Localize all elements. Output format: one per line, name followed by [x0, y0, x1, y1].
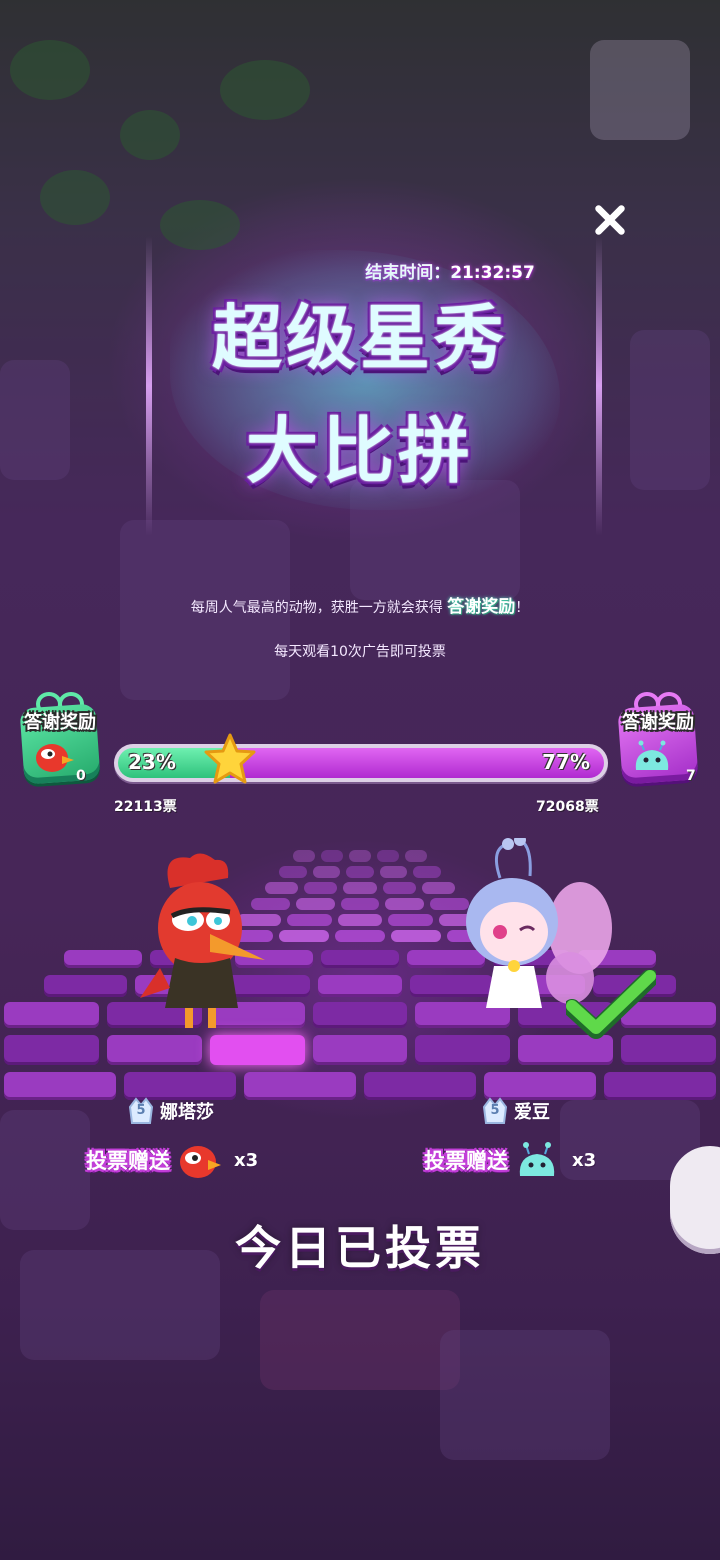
- gift-label: 投票赠送: [86, 1149, 170, 1173]
- runway-tile: [343, 882, 377, 894]
- floor-tile: [44, 975, 128, 997]
- event-title-line1: 超级星秀: [212, 297, 508, 379]
- event-title-line2: 大比拼: [245, 409, 474, 493]
- floor-tile: [4, 1002, 99, 1028]
- close-icon: [595, 205, 625, 235]
- red-bird-icon: [180, 1146, 221, 1178]
- left-contestant: 5 娜塔莎: [128, 1096, 214, 1126]
- gift-multiplier: x3: [572, 1149, 597, 1171]
- vote-progress-bar: 23% 77%: [114, 733, 608, 784]
- runway-tile: [349, 850, 371, 862]
- floor-tile: [364, 1072, 476, 1100]
- floor-tile: [312, 1002, 408, 1028]
- floor-tile: [321, 950, 399, 968]
- check-icon: [566, 970, 656, 1039]
- floor-tile: [318, 975, 402, 997]
- runway-tile: [379, 866, 408, 878]
- runway-tile: [279, 866, 307, 878]
- runway-tile: [304, 882, 338, 894]
- runway-tile: [293, 850, 315, 862]
- floor-tile: [4, 1072, 116, 1100]
- floor-tile: [415, 1035, 511, 1065]
- left-reward-label: 答谢奖励: [24, 712, 96, 733]
- runway-tile: [382, 882, 416, 894]
- ad-vote-hint: 每天观看10次广告即可投票: [274, 644, 446, 660]
- left-reward-count: 0: [76, 768, 86, 784]
- gift-label: 投票赠送: [424, 1149, 508, 1173]
- left-reward-box[interactable]: 答谢奖励 0: [10, 690, 110, 800]
- level-badge: 5: [128, 1097, 154, 1125]
- runway-tile: [335, 930, 385, 942]
- left-vote-gift: 投票赠送 x3: [86, 1138, 258, 1182]
- close-button[interactable]: [586, 196, 634, 244]
- floor-tile: [312, 1035, 408, 1065]
- floor-tile: [209, 1035, 305, 1065]
- event-description: 每周人气最高的动物，获胜一方就会获得 答谢奖励！: [80, 592, 640, 617]
- description-text: 每周人气最高的动物，获胜一方就会获得: [190, 600, 443, 616]
- runway-tile: [312, 866, 341, 878]
- runway-tile: [405, 850, 427, 862]
- runway-tile: [279, 930, 329, 942]
- runway-tile: [385, 898, 425, 910]
- runway-tile: [295, 898, 335, 910]
- level-number: 5: [490, 1103, 500, 1118]
- runway-tile: [321, 850, 343, 862]
- right-reward-box[interactable]: 答谢奖励 7: [608, 690, 708, 800]
- left-contestant-name: 娜塔莎: [160, 1102, 214, 1123]
- description-suffix: ！: [515, 600, 530, 616]
- red-bird-icon: [36, 744, 74, 772]
- gift-multiplier: x3: [234, 1149, 259, 1171]
- floor-tile: [244, 1072, 356, 1100]
- runway-tile: [340, 898, 380, 910]
- floor-tile: [604, 1072, 716, 1100]
- runway-tile: [413, 866, 441, 878]
- natasha-character[interactable]: [130, 848, 270, 1038]
- runway-tile: [337, 914, 383, 926]
- runway-tile: [388, 914, 433, 926]
- star-icon: [204, 733, 256, 784]
- runway-tile: [346, 866, 374, 878]
- runway-tile: [377, 850, 399, 862]
- right-percent: 77%: [542, 750, 590, 774]
- jelly-slime-icon: [635, 740, 669, 770]
- jelly-slime-icon: [519, 1142, 555, 1176]
- right-contestant-name: 爱豆: [514, 1102, 550, 1123]
- runway-tile: [287, 914, 332, 926]
- left-percent: 23%: [128, 750, 176, 774]
- right-vote-gift: 投票赠送 x3: [424, 1138, 596, 1182]
- runway-tile: [391, 930, 441, 942]
- right-contestant: 5 爱豆: [482, 1096, 550, 1126]
- description-highlight: 答谢奖励: [447, 597, 516, 617]
- right-vote-count: 72068票: [536, 799, 599, 815]
- level-number: 5: [136, 1103, 146, 1118]
- side-menu-button[interactable]: [670, 1146, 720, 1254]
- floor-tile: [4, 1035, 99, 1065]
- right-reward-label: 答谢奖励: [622, 712, 694, 733]
- level-badge: 5: [482, 1097, 508, 1125]
- right-reward-count: 7: [686, 768, 696, 784]
- floor-tile: [106, 1035, 202, 1065]
- voted-today-status: 今日已投票: [235, 1221, 485, 1275]
- left-vote-count: 22113票: [114, 799, 177, 815]
